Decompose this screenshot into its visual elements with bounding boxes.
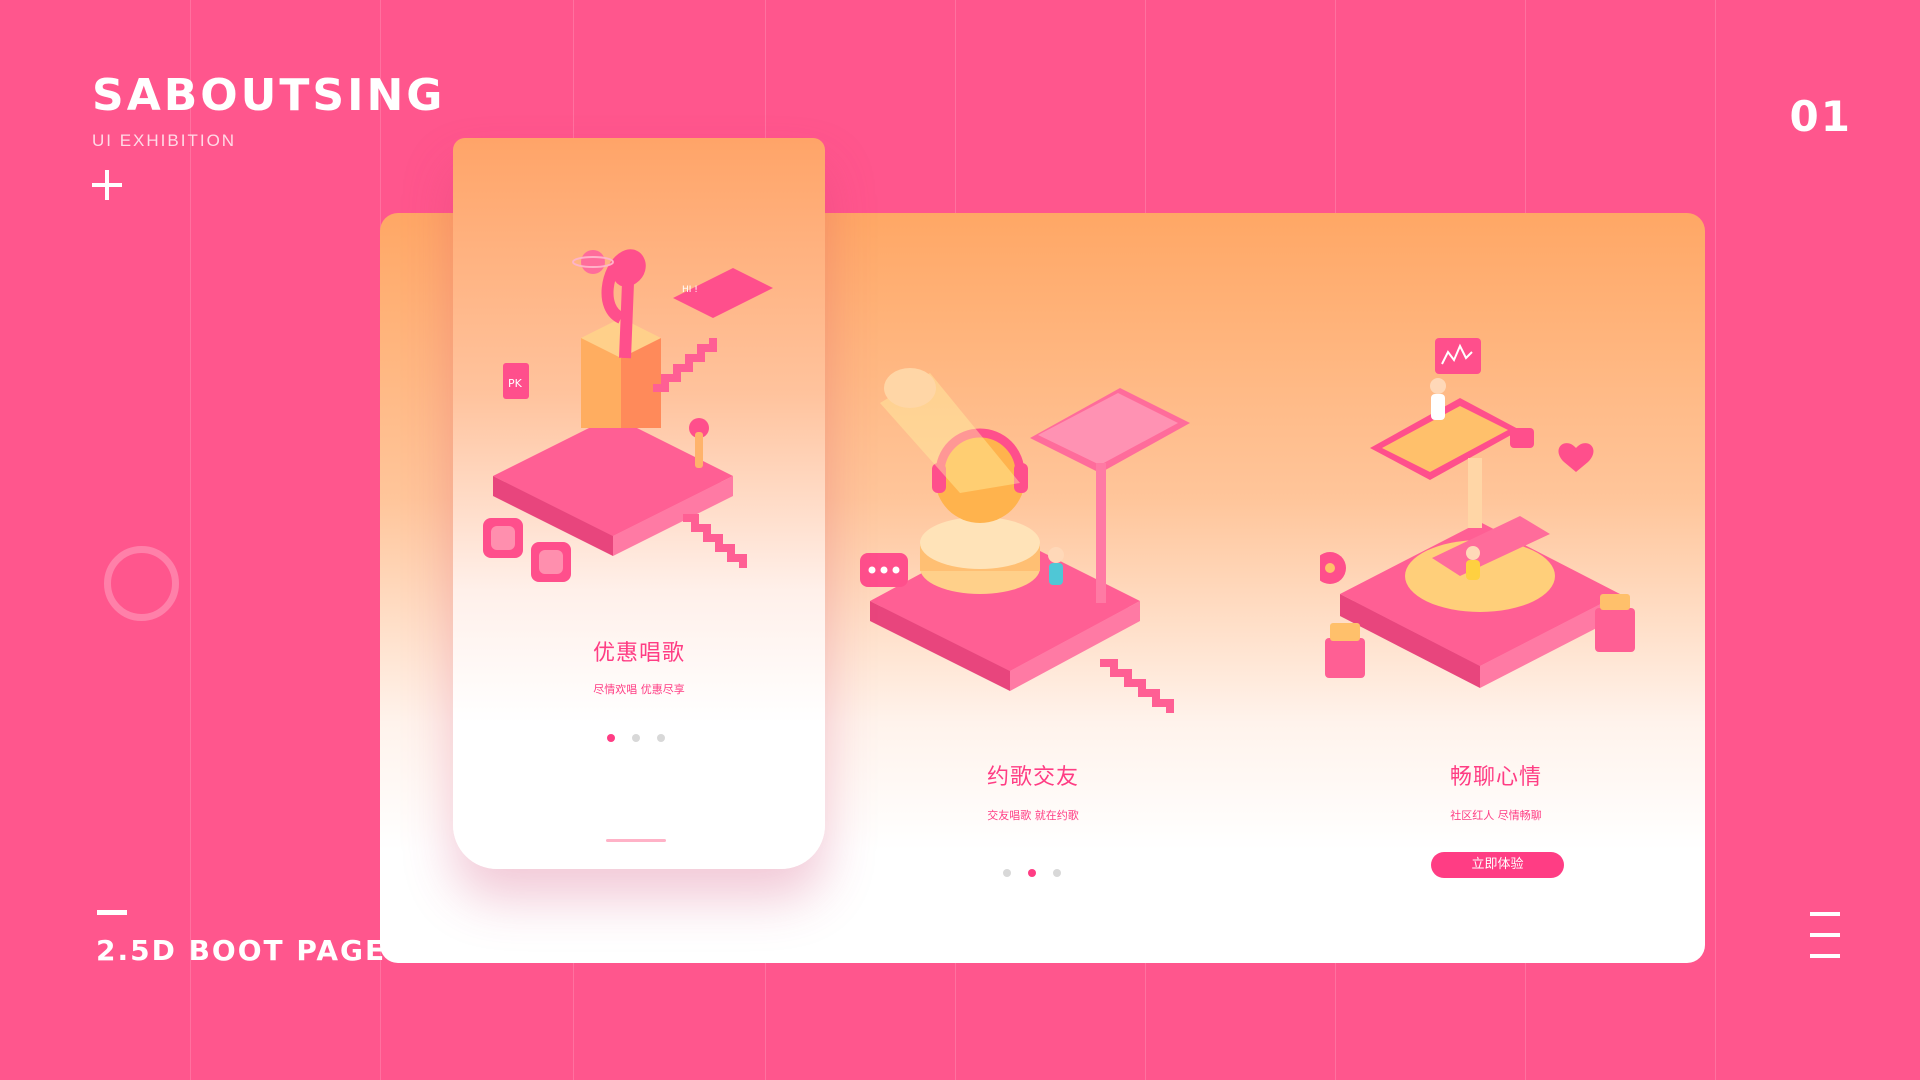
guide-line [1715,0,1716,1080]
pk-label: PK [508,377,523,390]
pagination-dot-active[interactable] [1028,869,1036,877]
pagination-dot[interactable] [1053,869,1061,877]
illustration-social-stage [860,368,1190,713]
home-indicator [606,839,666,842]
dash-icon [97,910,127,915]
try-now-button[interactable]: 立即体验 [1431,852,1564,878]
screen-1-pagination [607,734,665,742]
screen-1-title: 优惠唱歌 [592,641,685,666]
hi-label: HI ! [682,285,698,295]
pagination-dot[interactable] [1003,869,1011,877]
brand-subtitle: UI EXHIBITION [92,131,237,150]
illustration-singing-tower: PK HI ! [483,249,773,582]
screen-2-pagination [1003,869,1061,877]
screen-3-title: 畅聊心情 [1449,765,1542,790]
pagination-dot-active[interactable] [607,734,615,742]
guide-line [190,0,191,1080]
brand-title: SABOUTSING [92,70,446,121]
screen-3-subtitle: 社区红人 尽情畅聊 [1450,809,1542,822]
ring-icon [104,546,179,621]
screen-1-subtitle: 尽情欢唱 优惠尽享 [593,683,685,696]
menu-icon[interactable] [1810,912,1840,958]
illustration-chat-platform [1320,338,1635,688]
footer-title: 2.5D BOOT PAGE [96,934,387,967]
screen-2-subtitle: 交友唱歌 就在约歌 [987,809,1079,822]
page-number: 01 [1789,92,1852,141]
screen-2-title: 约歌交友 [986,765,1079,790]
pagination-dot[interactable] [632,734,640,742]
phone-screen-1: PK HI ! 优惠唱歌 尽情欢唱 优惠尽享 [453,138,825,869]
pagination-dot[interactable] [657,734,665,742]
plus-icon[interactable] [92,170,122,200]
